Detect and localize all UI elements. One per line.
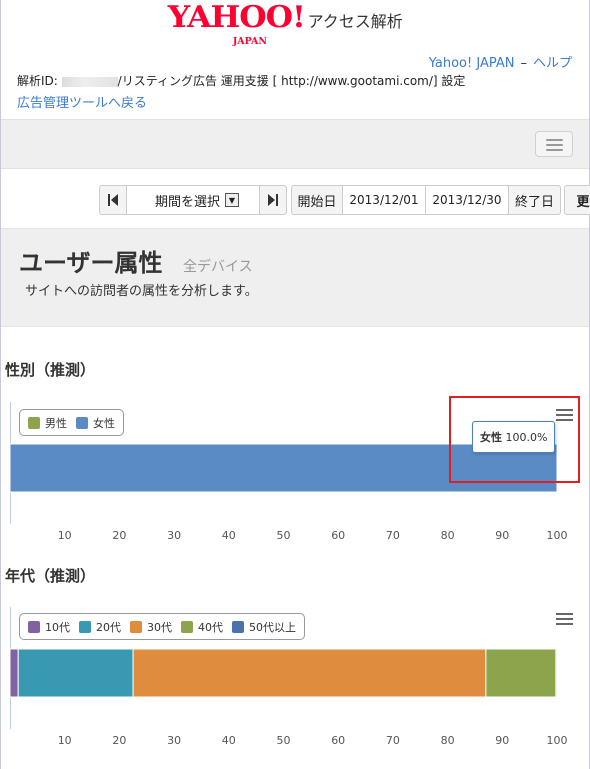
chart-menu-icon[interactable] — [556, 613, 573, 627]
x-tick-label: 80 — [441, 734, 455, 747]
page-description: サイトへの訪問者の属性を分析します。 — [25, 284, 258, 299]
menu-icon-bar — [546, 149, 563, 151]
legend-item[interactable]: 男性 — [28, 415, 67, 431]
help-link[interactable]: ヘルプ — [533, 56, 572, 71]
x-tick-label: 10 — [58, 734, 72, 747]
menu-icon-bar — [546, 144, 563, 146]
x-tick-label: 70 — [386, 734, 400, 747]
x-tick-label: 80 — [441, 529, 455, 542]
highlight-box — [449, 396, 580, 483]
chevron-down-icon: ▼ — [225, 193, 239, 207]
page-subtitle: 全デバイス — [183, 259, 253, 275]
logo-text: YAHOO! JAPAN — [168, 3, 306, 48]
skip-previous-icon — [108, 194, 118, 206]
yahoo-japan-link[interactable]: Yahoo! JAPAN — [429, 56, 515, 71]
legend-label: 20代 — [96, 620, 121, 634]
period-select[interactable]: 期間を選択 ▼ — [126, 185, 260, 215]
x-tick-label: 20 — [112, 529, 126, 542]
legend-swatch — [79, 620, 91, 633]
masked-id — [61, 76, 118, 87]
x-tick-label: 100 — [547, 734, 568, 747]
app-title: アクセス解析 — [307, 12, 403, 31]
age-chart: 10 20 30 40 50 60 70 80 90 100 10代 20代 30代 40代 50代以上 — [1, 603, 589, 753]
legend-label: 50代以上 — [249, 620, 296, 634]
x-tick-label: 40 — [222, 734, 236, 747]
legend-swatch — [76, 416, 88, 429]
legend-swatch — [130, 620, 142, 633]
back-to-ad-tool-link[interactable]: 広告管理ツールへ戻る — [17, 92, 147, 111]
top-links: Yahoo! JAPAN – ヘルプ — [429, 52, 572, 71]
legend-label: 女性 — [93, 416, 115, 430]
link-separator: – — [520, 56, 527, 71]
yahoo-japan-logo[interactable]: YAHOO! JAPAN アクセス解析 — [168, 3, 403, 48]
legend-swatch — [28, 620, 40, 633]
legend-label: 10代 — [45, 620, 70, 634]
gender-chart: 10 20 30 40 50 60 70 80 90 100 男性 女性 女性 100.0% — [1, 396, 589, 548]
gender-section-title: 性別（推測） — [5, 361, 96, 379]
start-date-input[interactable]: 2013/12/01 — [342, 185, 426, 215]
bar-segment-3[interactable] — [485, 648, 557, 698]
x-tick-label: 20 — [112, 734, 126, 747]
skip-next-icon — [268, 194, 278, 206]
bar-segment-4[interactable] — [555, 648, 558, 698]
gender-legend: 男性 女性 — [19, 409, 124, 436]
legend-item[interactable]: 50代以上 — [232, 619, 296, 635]
legend-swatch — [232, 620, 244, 633]
bar-segment-2[interactable] — [132, 648, 487, 698]
start-date-label: 開始日 — [291, 185, 343, 215]
age-section-title: 年代（推測） — [5, 567, 96, 585]
legend-swatch — [181, 620, 193, 633]
menu-icon-bar — [546, 139, 563, 141]
legend-label: 40代 — [198, 620, 223, 634]
legend-swatch — [28, 416, 40, 429]
legend-item[interactable]: 10代 — [28, 619, 70, 635]
previous-period-button[interactable] — [99, 185, 127, 215]
period-select-label: 期間を選択 — [154, 194, 220, 210]
x-tick-label: 50 — [277, 734, 291, 747]
legend-item[interactable]: 40代 — [181, 619, 223, 635]
end-date-label: 終了日 — [508, 185, 561, 215]
x-tick-label: 100 — [547, 529, 568, 542]
bar-segment-0[interactable] — [9, 648, 19, 698]
nav-toggle-button[interactable] — [535, 131, 573, 157]
x-tick-label: 30 — [167, 529, 181, 542]
legend-label: 30代 — [147, 620, 172, 634]
x-tick-label: 90 — [495, 734, 509, 747]
end-date-input[interactable]: 2013/12/30 — [425, 185, 509, 215]
x-tick-label: 70 — [386, 529, 400, 542]
logo-subtext: JAPAN — [232, 37, 268, 47]
legend-item[interactable]: 30代 — [130, 619, 172, 635]
page-header: ユーザー属性 全デバイス サイトへの訪問者の属性を分析します。 — [1, 228, 589, 327]
age-legend: 10代 20代 30代 40代 50代以上 — [19, 613, 305, 640]
legend-label: 男性 — [45, 416, 67, 430]
date-toolbar: 期間を選択 ▼ 開始日 2013/12/01 2013/12/30 終了日 更新 — [99, 185, 590, 215]
navbar — [1, 119, 589, 169]
x-tick-label: 30 — [167, 734, 181, 747]
update-button[interactable]: 更新 — [564, 185, 590, 215]
page-title: ユーザー属性 — [19, 249, 163, 277]
next-period-button[interactable] — [259, 185, 287, 215]
analysis-site-info: /リスティング広告 運用支援 [ http://www.gootami.com/… — [117, 74, 466, 88]
analysis-info: 解析ID: /リスティング広告 運用支援 [ http://www.gootam… — [17, 72, 465, 89]
x-tick-label: 60 — [331, 529, 345, 542]
legend-item[interactable]: 20代 — [79, 619, 121, 635]
legend-item[interactable]: 女性 — [76, 415, 115, 431]
x-tick-label: 60 — [331, 734, 345, 747]
x-tick-label: 40 — [222, 529, 236, 542]
x-tick-label: 10 — [58, 529, 72, 542]
x-tick-label: 90 — [495, 529, 509, 542]
bar-segment-1[interactable] — [17, 648, 134, 698]
analysis-id-label: 解析ID: — [17, 74, 58, 88]
x-tick-label: 50 — [277, 529, 291, 542]
